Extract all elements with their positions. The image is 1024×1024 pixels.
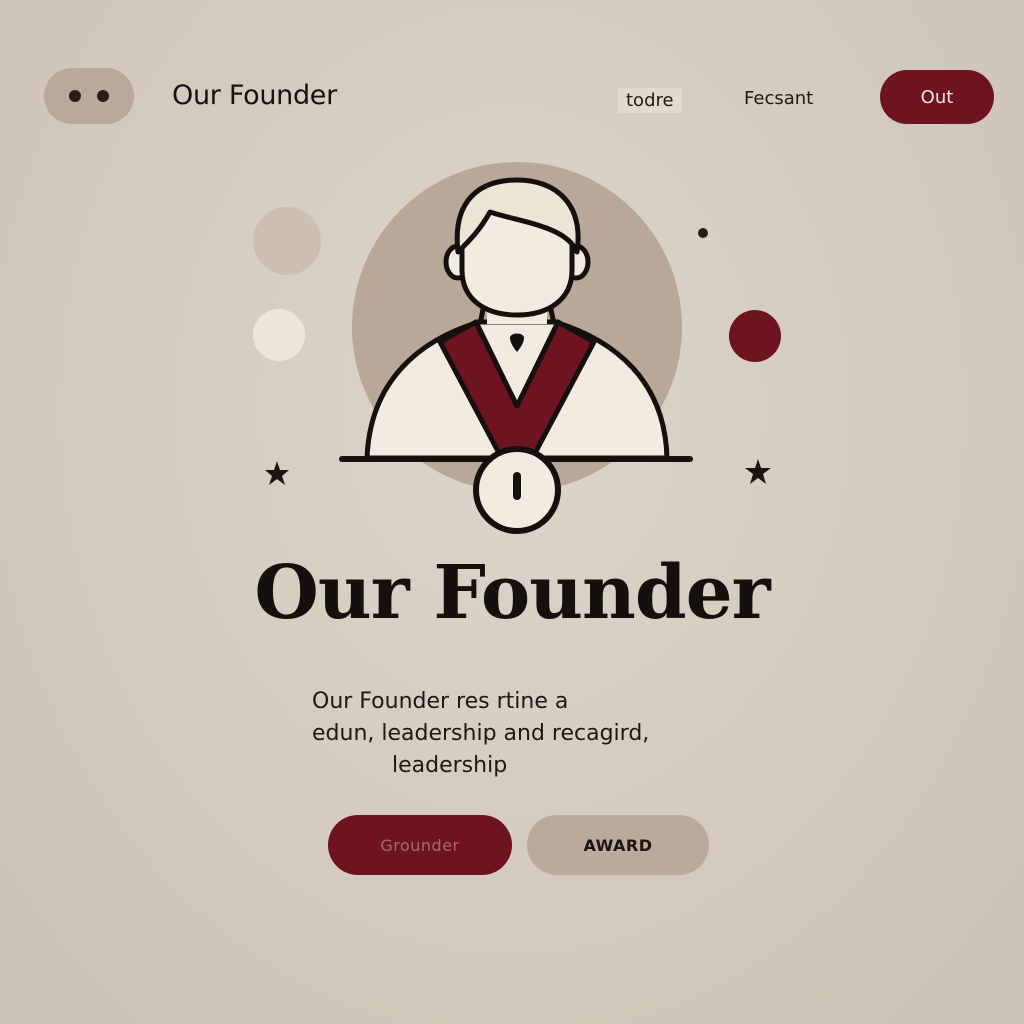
decor-circle-icon (253, 309, 305, 361)
description-line: edun, leadership and recagird, (312, 721, 650, 746)
nav-link-1[interactable]: todre (618, 88, 682, 113)
star-icon (265, 461, 289, 485)
brand-title[interactable]: Our Founder (172, 80, 337, 111)
decor-dot-icon (698, 228, 708, 238)
nav-cta-button[interactable]: Out (880, 70, 994, 124)
page-title: Our Founder (254, 550, 770, 636)
nav-link-2[interactable]: Fecsant (744, 88, 813, 109)
decor-circle-icon (729, 310, 781, 362)
founder-illustration (253, 162, 781, 534)
logo-dot-icon (97, 90, 109, 102)
medal-icon (473, 446, 561, 534)
founder-button[interactable]: Grounder (328, 815, 512, 875)
founder-description: Our Founder res rtine a edun, leadership… (312, 686, 772, 782)
award-button[interactable]: AWARD (527, 815, 709, 875)
logo[interactable] (44, 68, 134, 124)
description-line: Our Founder res rtine a (312, 689, 569, 714)
star-icon (745, 459, 771, 484)
description-line: leadership (392, 753, 508, 778)
logo-dot-icon (69, 90, 81, 102)
decor-circle-icon (253, 207, 321, 275)
